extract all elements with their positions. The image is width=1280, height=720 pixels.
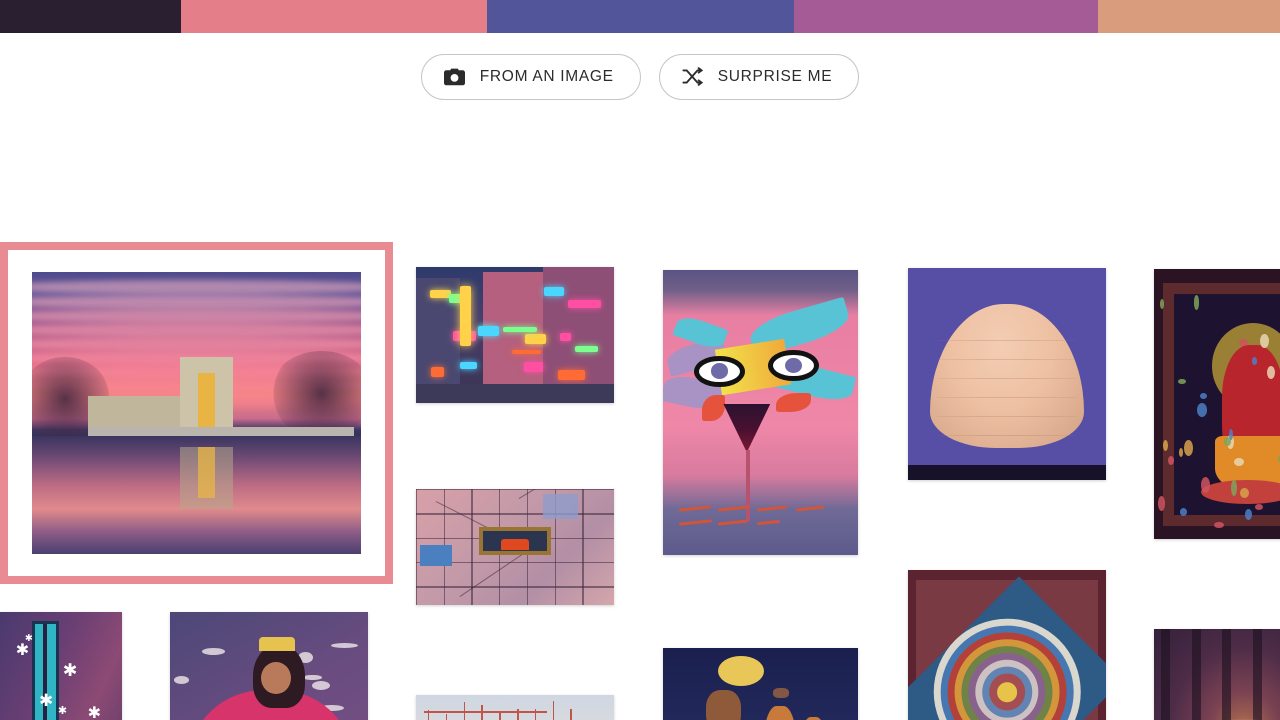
surprise-me-button[interactable]: SURPRISE ME	[659, 54, 860, 100]
tile-star-man-image[interactable]: ✱✱✱✱✱✱✱✱✱✱✱	[0, 612, 122, 720]
palette-band-1[interactable]	[0, 0, 181, 33]
artwork-gallery: ✱✱✱✱✱✱✱✱✱✱✱	[0, 120, 1280, 720]
camera-icon	[444, 66, 466, 88]
tile-cubist-pink-image[interactable]	[416, 489, 614, 605]
tile-pink-poster-image[interactable]	[663, 270, 858, 555]
palette-band-3[interactable]	[487, 0, 794, 33]
tile-thangka-image[interactable]	[1154, 269, 1280, 539]
palette-band-2[interactable]	[181, 0, 487, 33]
tile-mandala[interactable]	[908, 570, 1106, 601]
from-an-image-label: FROM AN IMAGE	[480, 68, 614, 86]
shuffle-icon	[682, 66, 704, 88]
tile-cave-painting-image[interactable]	[663, 648, 858, 720]
tile-forest-glow[interactable]	[1154, 629, 1280, 660]
palette-band-4[interactable]	[794, 0, 1098, 33]
featured-artwork-card[interactable]	[0, 242, 393, 584]
palette-band-5[interactable]	[1098, 0, 1280, 33]
tile-cubist-pink[interactable]	[416, 489, 614, 520]
featured-matte	[8, 250, 385, 576]
tile-dancer-image[interactable]	[170, 612, 368, 720]
tile-thangka[interactable]	[1154, 269, 1280, 300]
surprise-me-label: SURPRISE ME	[718, 68, 833, 86]
tile-mandala-image[interactable]	[908, 570, 1106, 720]
from-an-image-button[interactable]: FROM AN IMAGE	[421, 54, 641, 100]
tile-seashell[interactable]	[908, 268, 1106, 299]
tile-opera-house[interactable]	[416, 695, 614, 720]
tile-forest-glow-image[interactable]	[1154, 629, 1280, 720]
tile-neon-street[interactable]	[416, 267, 614, 298]
tile-seashell-image[interactable]	[908, 268, 1106, 480]
featured-artwork-image	[32, 272, 361, 554]
tile-pink-poster[interactable]	[663, 270, 858, 301]
action-bar: FROM AN IMAGE SURPRISE ME	[0, 33, 1280, 120]
featured-palette-strip[interactable]	[0, 0, 1280, 33]
tile-opera-house-image[interactable]	[416, 695, 614, 720]
tile-neon-street-image[interactable]	[416, 267, 614, 403]
